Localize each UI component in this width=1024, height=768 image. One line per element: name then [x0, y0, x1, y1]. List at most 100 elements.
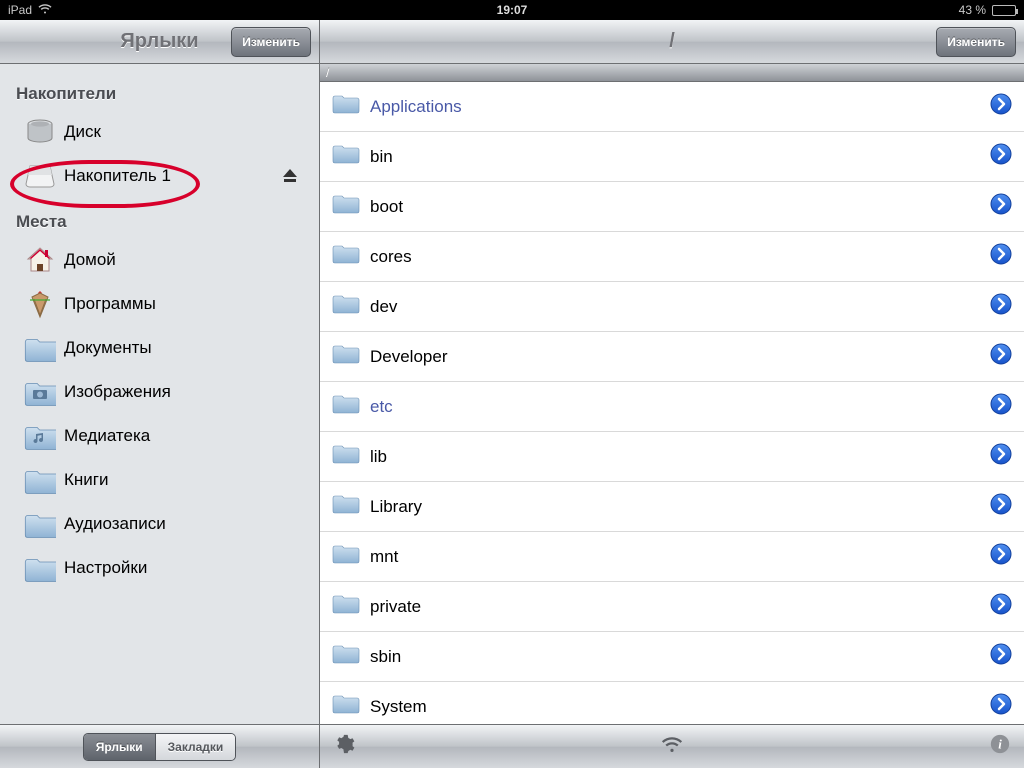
file-name: sbin	[370, 647, 401, 667]
sidebar-item-books[interactable]: Книги	[0, 458, 319, 502]
disclosure-button[interactable]	[990, 243, 1012, 270]
sidebar-item-audio[interactable]: Аудиозаписи	[0, 502, 319, 546]
info-button[interactable]: i	[986, 733, 1014, 761]
disclosure-button[interactable]	[990, 293, 1012, 320]
sidebar-item-media[interactable]: Медиатека	[0, 414, 319, 458]
sidebar-toolbar: Ярлыки Закладки	[0, 724, 319, 768]
wifi-icon	[660, 734, 684, 759]
disclosure-button[interactable]	[990, 543, 1012, 570]
file-row[interactable]: lib	[320, 432, 1024, 482]
file-name: private	[370, 597, 421, 617]
sidebar-item-apps[interactable]: Программы	[0, 282, 319, 326]
folder-images-icon	[16, 376, 64, 408]
sidebar: Ярлыки Изменить НакопителиДиск Накопитель…	[0, 20, 320, 768]
folder-icon	[332, 543, 360, 570]
file-name: dev	[370, 297, 397, 317]
apps-icon	[16, 288, 64, 320]
clock: 19:07	[497, 3, 528, 17]
segmented-control: Ярлыки Закладки	[83, 733, 237, 761]
file-name: lib	[370, 447, 387, 467]
file-row[interactable]: Applications	[320, 82, 1024, 132]
sidebar-item-label: Настройки	[64, 558, 147, 578]
disclosure-button[interactable]	[990, 643, 1012, 670]
sidebar-item-documents[interactable]: Документы	[0, 326, 319, 370]
disclosure-button[interactable]	[990, 693, 1012, 720]
file-name: mnt	[370, 547, 398, 567]
path-text: /	[326, 66, 329, 80]
sidebar-edit-label: Изменить	[242, 35, 300, 49]
folder-icon	[332, 293, 360, 320]
folder-music-icon	[16, 420, 64, 452]
wifi-button[interactable]	[658, 733, 686, 761]
main-edit-button[interactable]: Изменить	[936, 27, 1016, 57]
sidebar-item-label: Накопитель 1	[64, 166, 171, 186]
settings-button[interactable]	[330, 733, 358, 761]
file-row[interactable]: cores	[320, 232, 1024, 282]
sidebar-section-header: Накопители	[0, 70, 319, 110]
disclosure-button[interactable]	[990, 443, 1012, 470]
sidebar-item-images[interactable]: Изображения	[0, 370, 319, 414]
file-row[interactable]: Library	[320, 482, 1024, 532]
disclosure-button[interactable]	[990, 393, 1012, 420]
sidebar-item-label: Медиатека	[64, 426, 150, 446]
disclosure-button[interactable]	[990, 143, 1012, 170]
file-name: Library	[370, 497, 422, 517]
file-row[interactable]: boot	[320, 182, 1024, 232]
file-list[interactable]: Applications bin boot cores dev Developer etc l…	[320, 82, 1024, 724]
file-row[interactable]: dev	[320, 282, 1024, 332]
file-name: bin	[370, 147, 393, 167]
folder-icon	[16, 508, 64, 540]
file-name: Applications	[370, 97, 462, 117]
main-edit-label: Изменить	[947, 35, 1005, 49]
file-row[interactable]: private	[320, 582, 1024, 632]
status-bar: iPad 19:07 43 %	[0, 0, 1024, 20]
device-label: iPad	[8, 3, 32, 17]
sidebar-item-home[interactable]: Домой	[0, 238, 319, 282]
file-row[interactable]: etc	[320, 382, 1024, 432]
disclosure-button[interactable]	[990, 593, 1012, 620]
sidebar-item-label: Программы	[64, 294, 156, 314]
sidebar-item-drive-1[interactable]: Накопитель 1	[0, 154, 319, 198]
sidebar-title: Ярлыки	[120, 30, 198, 53]
sidebar-item-label: Книги	[64, 470, 108, 490]
folder-icon	[332, 593, 360, 620]
gear-icon	[333, 733, 355, 760]
eject-icon[interactable]	[283, 169, 297, 183]
disclosure-button[interactable]	[990, 93, 1012, 120]
sidebar-item-settings[interactable]: Настройки	[0, 546, 319, 590]
file-name: boot	[370, 197, 403, 217]
folder-icon	[332, 493, 360, 520]
segment-bookmarks[interactable]: Закладки	[155, 734, 236, 760]
path-bar: /	[320, 64, 1024, 82]
folder-icon	[332, 143, 360, 170]
disclosure-button[interactable]	[990, 493, 1012, 520]
main-title: /	[669, 30, 675, 53]
file-row[interactable]: bin	[320, 132, 1024, 182]
file-row[interactable]: Developer	[320, 332, 1024, 382]
file-name: Developer	[370, 347, 448, 367]
hdd-icon	[16, 116, 64, 148]
disclosure-button[interactable]	[990, 343, 1012, 370]
sidebar-item-disk[interactable]: Диск	[0, 110, 319, 154]
sidebar-item-label: Изображения	[64, 382, 171, 402]
file-name: cores	[370, 247, 412, 267]
segment-shortcuts[interactable]: Ярлыки	[84, 734, 155, 760]
folder-icon	[332, 643, 360, 670]
file-row[interactable]: mnt	[320, 532, 1024, 582]
sidebar-section-header: Места	[0, 198, 319, 238]
file-row[interactable]: System	[320, 682, 1024, 724]
sidebar-edit-button[interactable]: Изменить	[231, 27, 311, 57]
disclosure-button[interactable]	[990, 193, 1012, 220]
sidebar-navbar: Ярлыки Изменить	[0, 20, 319, 64]
sidebar-item-label: Домой	[64, 250, 116, 270]
wifi-icon	[38, 3, 52, 17]
drive-icon	[16, 160, 64, 192]
file-row[interactable]: sbin	[320, 632, 1024, 682]
sidebar-body: НакопителиДиск Накопитель 1 Места Домой Прог…	[0, 64, 319, 724]
folder-icon	[16, 332, 64, 364]
folder-icon	[16, 552, 64, 584]
svg-text:i: i	[998, 738, 1002, 752]
battery-icon	[992, 5, 1016, 16]
folder-icon	[332, 693, 360, 720]
sidebar-item-label: Аудиозаписи	[64, 514, 166, 534]
